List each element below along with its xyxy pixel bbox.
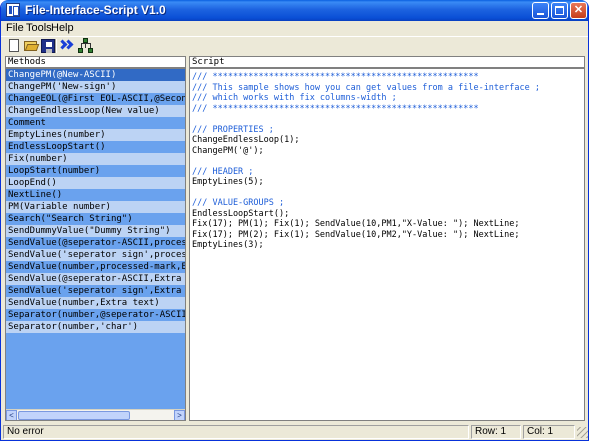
script-editor[interactable]: /// ************************************… xyxy=(189,68,585,421)
script-line: EmptyLines(5); xyxy=(192,177,264,187)
maximize-button[interactable] xyxy=(551,2,568,19)
method-item[interactable]: ChangePM(@New-ASCII) xyxy=(6,69,185,81)
methods-header: Methods xyxy=(5,56,186,68)
method-item[interactable]: PM(Variable number) xyxy=(6,201,185,213)
method-item[interactable]: SendValue(number,Extra text) xyxy=(6,297,185,309)
maximize-icon xyxy=(555,6,564,15)
script-line: ChangePM('@'); xyxy=(192,145,264,156)
open-file-button[interactable] xyxy=(23,38,40,54)
method-item[interactable]: SendValue('seperator sign',Extra xyxy=(6,285,185,297)
save-disk-icon xyxy=(41,39,55,53)
methods-list: ChangePM(@New-ASCII) ChangePM('New-sign')… xyxy=(6,69,185,333)
script-text: /// ************************************… xyxy=(192,72,584,251)
script-line xyxy=(192,188,584,199)
status-bar: No error Row: 1 Col: 1 xyxy=(1,424,588,440)
method-item[interactable]: EndlessLoopStart() xyxy=(6,141,185,153)
method-item[interactable]: Fix(number) xyxy=(6,153,185,165)
script-header: Script xyxy=(189,56,585,68)
script-line: EmptyLines(3); xyxy=(192,240,264,250)
menu-file[interactable]: File xyxy=(6,22,24,34)
status-col: Col: 1 xyxy=(523,425,575,439)
scroll-right-button[interactable]: > xyxy=(174,410,185,420)
method-item[interactable]: Search("Search String") xyxy=(6,213,185,225)
window-title: File-Interface-Script V1.0 xyxy=(25,3,166,17)
method-item[interactable]: ChangeEndlessLoop(New value) xyxy=(6,105,185,117)
toolbar-separator xyxy=(55,39,57,53)
method-item[interactable]: SendValue('seperator sign',proces xyxy=(6,249,185,261)
script-line: /// HEADER ; xyxy=(192,166,254,177)
method-item[interactable]: SendValue(number,processed-mark,E xyxy=(6,261,185,273)
method-item[interactable]: NextLine() xyxy=(6,189,185,201)
method-item[interactable]: LoopEnd() xyxy=(6,177,185,189)
method-item[interactable]: ChangePM('New-sign') xyxy=(6,81,185,93)
tree-view-button[interactable] xyxy=(78,38,94,54)
script-line: /// which works with fix columns-width ; xyxy=(192,93,397,103)
script-line: /// VALUE-GROUPS ; xyxy=(192,198,285,208)
menu-tools[interactable]: Tools xyxy=(26,22,52,34)
title-bar[interactable]: File-Interface-Script V1.0 ✕ xyxy=(1,0,588,21)
menu-bar: File Tools Help xyxy=(1,21,588,35)
script-line: EndlessLoopStart(); xyxy=(192,208,290,219)
status-message: No error xyxy=(3,425,469,439)
script-line: /// ************************************… xyxy=(192,103,479,114)
run-script-button[interactable] xyxy=(57,38,75,54)
app-icon[interactable] xyxy=(6,3,20,17)
method-item[interactable]: Separator(number,'char') xyxy=(6,321,185,333)
minimize-icon xyxy=(537,13,544,15)
close-icon: ✕ xyxy=(573,4,584,16)
method-item[interactable]: LoopStart(number) xyxy=(6,165,185,177)
new-file-icon xyxy=(9,39,19,52)
method-item[interactable]: Comment xyxy=(6,117,185,129)
scroll-left-button[interactable]: < xyxy=(6,410,17,420)
toolbar xyxy=(1,36,588,54)
method-item[interactable]: SendValue(@seperator-ASCII,proces xyxy=(6,237,185,249)
app-window: File-Interface-Script V1.0 ✕ File Tools … xyxy=(0,0,589,441)
script-line: /// PROPERTIES ; xyxy=(192,124,274,135)
method-item[interactable]: Separator(number,@seperator-ASCII xyxy=(6,309,185,321)
methods-list-pane[interactable]: ChangePM(@New-ASCII) ChangePM('New-sign')… xyxy=(5,68,186,421)
method-item[interactable]: EmptyLines(number) xyxy=(6,129,185,141)
resize-grip-icon[interactable] xyxy=(577,427,588,438)
script-line: ChangeEndlessLoop(1); xyxy=(192,135,300,145)
status-row: Row: 1 xyxy=(471,425,521,439)
script-line: /// ************************************… xyxy=(192,72,479,82)
method-item[interactable]: SendValue(@seperator-ASCII,Extra xyxy=(6,273,185,285)
script-line: Fix(17); PM(2); Fix(1); SendValue(10,PM2… xyxy=(192,229,520,240)
script-line xyxy=(192,114,584,125)
menu-help[interactable]: Help xyxy=(51,22,74,34)
method-item[interactable]: ChangeEOL(@First EOL-ASCII,@Secon xyxy=(6,93,185,105)
save-file-button[interactable] xyxy=(40,38,56,54)
methods-horizontal-scrollbar[interactable]: < > xyxy=(6,409,185,420)
script-line xyxy=(192,156,584,167)
script-line: Fix(17); PM(1); Fix(1); SendValue(10,PM1… xyxy=(192,219,520,229)
new-file-button[interactable] xyxy=(6,38,22,54)
script-line: /// This sample shows how you can get va… xyxy=(192,82,540,93)
close-button[interactable]: ✕ xyxy=(570,2,587,19)
method-item[interactable]: SendDummyValue("Dummy String") xyxy=(6,225,185,237)
scroll-thumb[interactable] xyxy=(18,411,130,420)
minimize-button[interactable] xyxy=(532,2,549,19)
